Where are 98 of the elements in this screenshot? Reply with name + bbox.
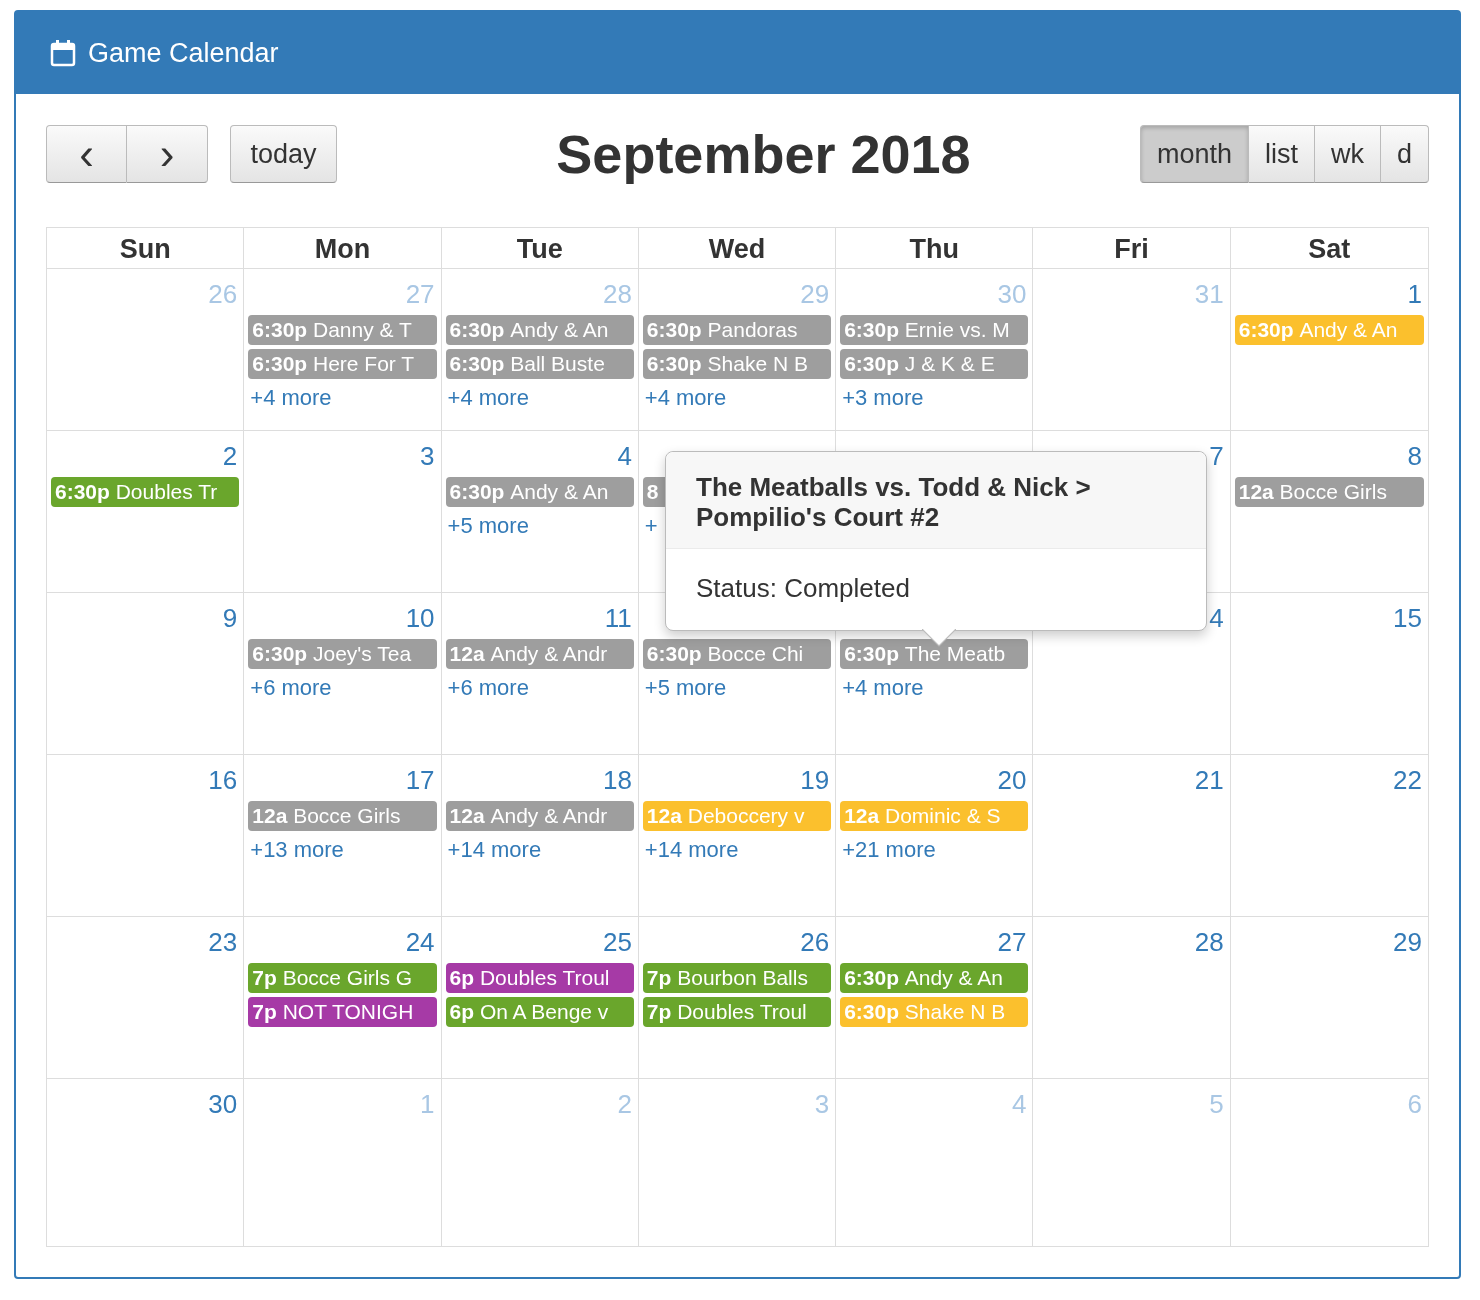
event-chip[interactable]: 12a Andy & Andr	[445, 801, 634, 831]
event-chip[interactable]: 12a Bocce Girls	[1234, 477, 1424, 507]
view-button[interactable]: wk	[1314, 125, 1381, 183]
day-number: 25	[602, 927, 632, 957]
event-chip[interactable]: 6:30p Andy & An	[1234, 315, 1424, 345]
event-chip[interactable]: 6:30p Bocce Chi	[642, 639, 832, 669]
month-title: September 2018	[556, 123, 971, 185]
day-number: 15	[1393, 603, 1422, 633]
more-link[interactable]: +21 more	[840, 837, 936, 863]
event-chip[interactable]: 6:30p Andy & An	[445, 477, 634, 507]
event-chip[interactable]: 6:30p Ernie vs. M	[840, 315, 1029, 345]
event-chip[interactable]: 12a Bocce Girls	[248, 801, 437, 831]
day-number: 8	[1407, 441, 1422, 471]
event-chip[interactable]: 6:30p The Meatb	[840, 639, 1029, 669]
day-number: 31	[1194, 279, 1224, 309]
popover-title: The Meatballs vs. Todd & Nick > Pompilio's Court #2	[666, 452, 1206, 549]
weekday-header: Sat	[1230, 228, 1428, 269]
next-button[interactable]: ›	[127, 125, 208, 183]
day-number: 1	[420, 1089, 435, 1119]
day-number: 24	[405, 927, 435, 957]
event-chip[interactable]: 7p Doubles Troul	[642, 997, 832, 1027]
day-number: 19	[800, 765, 830, 795]
day-number: 20	[997, 765, 1027, 795]
previous-button[interactable]: ‹	[46, 125, 127, 183]
weekday-header: Fri	[1033, 228, 1231, 269]
day-number: 17	[405, 765, 435, 795]
day-number: 2	[222, 441, 238, 471]
day-number: 30	[997, 279, 1027, 309]
event-chip[interactable]: 6:30p Pandoras	[642, 315, 832, 345]
day-number: 9	[222, 603, 238, 633]
more-link[interactable]: +6 more	[248, 675, 332, 701]
day-number: 26	[800, 927, 830, 957]
day-number: 4	[617, 441, 632, 471]
event-chip[interactable]: 6:30p Danny & T	[248, 315, 437, 345]
day-number: 27	[997, 927, 1027, 957]
day-number: 21	[1194, 765, 1224, 795]
day-number: 3	[814, 1089, 830, 1119]
day-number: 28	[602, 279, 632, 309]
day-number: 27	[405, 279, 435, 309]
day-number: 2	[617, 1089, 632, 1119]
day-number: 4	[1209, 603, 1224, 633]
weekday-header: Tue	[441, 228, 639, 269]
event-chip[interactable]: 6:30p Andy & An	[445, 315, 634, 345]
view-button[interactable]: d	[1380, 125, 1429, 183]
weekday-header: Sun	[47, 228, 245, 269]
day-number: 30	[208, 1089, 238, 1119]
day-number: 1	[1407, 279, 1422, 309]
day-number: 7	[1209, 441, 1224, 471]
more-link[interactable]: +6 more	[445, 675, 529, 701]
event-chip[interactable]: 6:30p Shake N B	[840, 997, 1029, 1027]
day-number: 4	[1011, 1089, 1027, 1119]
weekday-header: Thu	[836, 228, 1034, 269]
event-chip[interactable]: 12a Dominic & S	[840, 801, 1029, 831]
view-button[interactable]: list	[1248, 125, 1315, 183]
day-number: 3	[420, 441, 435, 471]
more-link[interactable]: +4 more	[840, 675, 924, 701]
more-link[interactable]: +5 more	[445, 513, 529, 539]
day-number: 10	[405, 603, 435, 633]
today-button[interactable]: today	[230, 125, 337, 183]
view-button[interactable]: month	[1139, 125, 1249, 183]
event-chip[interactable]: 12a Deboccery v	[642, 801, 832, 831]
event-chip[interactable]: 7p Bourbon Balls	[642, 963, 832, 993]
event-chip[interactable]: 6:30p Ball Buste	[445, 349, 634, 379]
event-chip[interactable]: 7p Bocce Girls G	[248, 963, 437, 993]
more-link[interactable]: +4 more	[248, 385, 332, 411]
more-link[interactable]: +14 more	[445, 837, 542, 863]
day-number: 26	[208, 279, 238, 309]
event-chip[interactable]: 6p Doubles Troul	[445, 963, 634, 993]
panel-title: Game Calendar	[88, 37, 279, 69]
event-chip[interactable]: 6:30p Joey's Tea	[248, 639, 437, 669]
more-link[interactable]: +3 more	[840, 385, 924, 411]
day-number: 16	[208, 765, 238, 795]
event-chip[interactable]: 12a Andy & Andr	[445, 639, 634, 669]
event-chip[interactable]: 6:30p Andy & An	[840, 963, 1029, 993]
day-number: 23	[208, 927, 238, 957]
weekday-header: Mon	[244, 228, 442, 269]
day-number: 29	[1393, 927, 1422, 957]
day-number: 5	[1209, 1089, 1224, 1119]
event-chip[interactable]: 6p On A Benge v	[445, 997, 634, 1027]
event-chip[interactable]: 7p NOT TONIGH	[248, 997, 437, 1027]
day-number: 6	[1407, 1089, 1422, 1119]
weekday-header: Wed	[638, 228, 837, 269]
day-number: 29	[800, 279, 830, 309]
more-link[interactable]: +14 more	[642, 837, 739, 863]
more-link[interactable]: +	[642, 513, 658, 539]
day-number: 22	[1393, 765, 1422, 795]
more-link[interactable]: +4 more	[642, 385, 727, 411]
popover-status: Status: Completed	[695, 572, 911, 605]
day-number: 18	[602, 765, 632, 795]
event-chip[interactable]: 6:30p Doubles Tr	[51, 477, 240, 507]
more-link[interactable]: +5 more	[642, 675, 727, 701]
event-chip[interactable]: 6:30p J & K & E	[840, 349, 1029, 379]
more-link[interactable]: +13 more	[248, 837, 344, 863]
event-chip[interactable]: 6:30p Here For T	[248, 349, 437, 379]
event-chip[interactable]: 6:30p Shake N B	[642, 349, 832, 379]
day-number: 11	[604, 603, 632, 633]
more-link[interactable]: +4 more	[445, 385, 529, 411]
day-number: 28	[1194, 927, 1224, 957]
